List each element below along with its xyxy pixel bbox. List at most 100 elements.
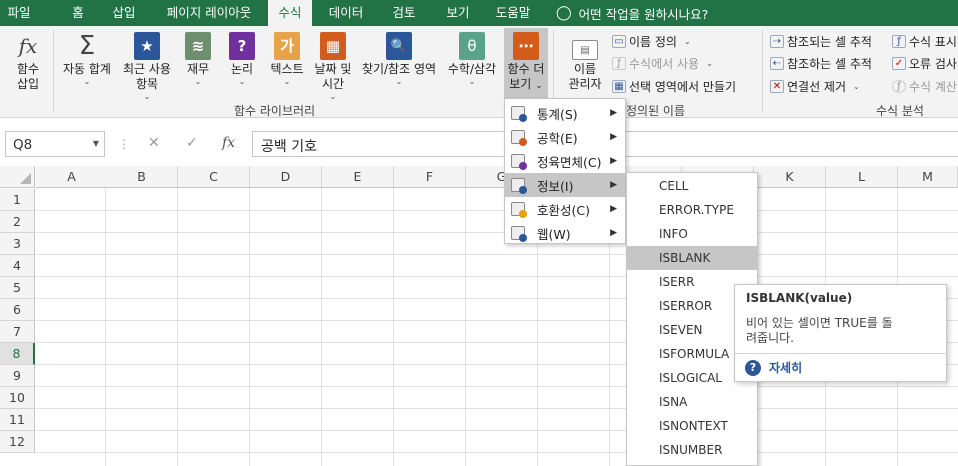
menu-item-label: 정육면체(C) (537, 154, 602, 170)
row-header-8[interactable]: 8 (0, 343, 35, 365)
gridline (36, 408, 958, 409)
evaluate-formula-button[interactable]: ƒ 수식 계산 (892, 78, 957, 95)
name-manager-button[interactable]: ▤ 이름 관리자 (562, 40, 608, 92)
submenu-arrow-icon: ▶ (610, 156, 617, 166)
sigma-icon: Σ (78, 30, 96, 61)
trace-dependents-button[interactable]: ⇠ 참조하는 셀 추적 (770, 55, 872, 72)
gridline (393, 188, 394, 466)
trace-precedents-button[interactable]: ⇢ 참조되는 셀 추적 (770, 33, 872, 50)
logical-button[interactable]: ? 논리 ⌄ (224, 32, 260, 86)
menu-item-label: 호환성(C) (537, 202, 590, 218)
insert-function-button[interactable]: fx 함수 삽입 (8, 32, 48, 92)
select-all-corner[interactable] (0, 166, 35, 188)
text-button[interactable]: 가 텍스트 ⌄ (266, 32, 308, 86)
gridline (36, 276, 958, 277)
chevron-down-icon[interactable]: ▼ (93, 139, 99, 148)
function-item-cell[interactable]: CELL (627, 174, 757, 198)
submenu-arrow-icon: ▶ (610, 204, 617, 214)
gridline (105, 188, 106, 466)
function-item-isnumber[interactable]: ISNUMBER (627, 438, 757, 462)
tell-me-box[interactable]: ◯ 어떤 작업을 원하시나요? (556, 0, 708, 26)
tab-formulas[interactable]: 수식 (268, 0, 312, 26)
menu-item-3[interactable]: 정보(I) ▶ (505, 173, 625, 197)
enter-icon[interactable]: ✓ (186, 135, 198, 151)
row-header-9[interactable]: 9 (0, 365, 35, 387)
name-box[interactable]: Q8 ▼ (5, 131, 105, 157)
column-header-b[interactable]: B (106, 166, 178, 188)
show-formulas-button[interactable]: ƒ 수식 표시 (892, 33, 957, 50)
define-name-button[interactable]: ▭ 이름 정의 ⌄ (612, 33, 691, 50)
menu-item-5[interactable]: 웹(W) ▶ (505, 221, 625, 245)
recently-used-button[interactable]: ★ 최근 사용 항목 ⌄ (118, 32, 176, 101)
function-item-isnontext[interactable]: ISNONTEXT (627, 414, 757, 438)
tab-page-layout[interactable]: 페이지 레이아웃 (160, 0, 258, 26)
date-time-button[interactable]: ▦ 날짜 및 시간 ⌄ (310, 32, 356, 101)
row-header-5[interactable]: 5 (0, 277, 35, 299)
autosum-button[interactable]: Σ 자동 합계 ⌄ (58, 30, 116, 87)
tab-review[interactable]: 검토 (388, 0, 420, 26)
column-header-e[interactable]: E (322, 166, 394, 188)
function-item-isblank[interactable]: ISBLANK (627, 246, 757, 270)
menu-item-4[interactable]: 호환성(C) ▶ (505, 197, 625, 221)
tab-data[interactable]: 데이터 (326, 0, 366, 26)
label: 참조되는 셀 추적 (787, 35, 872, 49)
row-header-11[interactable]: 11 (0, 409, 35, 431)
menu-item-0[interactable]: 통계(S) ▶ (505, 101, 625, 125)
more-functions-button[interactable]: ⋯ 함수 더 보기 ⌄ (504, 28, 548, 100)
row-header-7[interactable]: 7 (0, 321, 35, 343)
submenu-arrow-icon: ▶ (610, 228, 617, 238)
row-header-2[interactable]: 2 (0, 211, 35, 233)
function-item-isna[interactable]: ISNA (627, 390, 757, 414)
function-item-info[interactable]: INFO (627, 222, 757, 246)
column-header-a[interactable]: A (36, 166, 108, 188)
gridline (321, 188, 322, 466)
menu-item-2[interactable]: 정육면체(C) ▶ (505, 149, 625, 173)
gridline (465, 188, 466, 466)
lookup-reference-button[interactable]: 🔍 찾기/참조 영역 ⌄ (356, 32, 442, 86)
row-header-3[interactable]: 3 (0, 233, 35, 255)
menu-item-1[interactable]: 공학(E) ▶ (505, 125, 625, 149)
column-header-f[interactable]: F (394, 166, 466, 188)
label: 수식 계산 (909, 80, 957, 94)
function-tooltip: ISBLANK(value) 비어 있는 셀이면 TRUE를 돌려줍니다. ? … (734, 284, 947, 382)
gridline (249, 188, 250, 466)
column-header-k[interactable]: K (754, 166, 826, 188)
math-trig-button[interactable]: θ 수학/삼각 ⌄ (442, 32, 502, 86)
star-icon: ★ (134, 32, 160, 60)
label: 참조하는 셀 추적 (787, 57, 872, 71)
tab-file[interactable]: 파일 (4, 0, 34, 26)
column-header-d[interactable]: D (250, 166, 322, 188)
tell-me-text: 어떤 작업을 원하시나요? (578, 6, 709, 22)
group-defined-names: 정의된 이름 (626, 104, 686, 118)
label: 선택 영역에서 만들기 (629, 80, 736, 94)
tell-me-more-link[interactable]: ? 자세히 (745, 359, 802, 376)
row-header-10[interactable]: 10 (0, 387, 35, 409)
row-header-4[interactable]: 4 (0, 255, 35, 277)
fx-icon: fx (18, 33, 38, 58)
create-from-selection-button[interactable]: ▦ 선택 영역에서 만들기 (612, 78, 736, 95)
label: 삽입 (16, 77, 40, 91)
remove-arrows-button[interactable]: ✕ 연결선 제거 ⌄ (770, 78, 860, 95)
column-header-c[interactable]: C (178, 166, 250, 188)
magnifier-icon: 🔍 (386, 32, 412, 60)
function-item-error-type[interactable]: ERROR.TYPE (627, 198, 757, 222)
category-icon (511, 154, 527, 170)
tab-help[interactable]: 도움말 (492, 0, 534, 26)
fx-icon[interactable]: fx (222, 135, 235, 151)
row-header-1[interactable]: 1 (0, 189, 35, 211)
tab-view[interactable]: 보기 (442, 0, 474, 26)
cancel-icon[interactable]: ✕ (148, 135, 160, 151)
financial-button[interactable]: ≋ 재무 ⌄ (180, 32, 216, 86)
category-icon (511, 130, 527, 146)
row-header-6[interactable]: 6 (0, 299, 35, 321)
tab-insert[interactable]: 삽입 (108, 0, 140, 26)
column-header-l[interactable]: L (826, 166, 898, 188)
tab-home[interactable]: 홈 (66, 0, 90, 26)
row-header-12[interactable]: 12 (0, 431, 35, 453)
column-header-m[interactable]: M (898, 166, 958, 188)
use-in-formula-button[interactable]: ƒ 수식에서 사용 ⌄ (612, 55, 713, 72)
formula-use-icon: ƒ (612, 57, 626, 70)
error-checking-button[interactable]: ✓ 오류 검사 (892, 55, 957, 72)
label: 항목 (135, 77, 159, 91)
menu-item-label: 웹(W) (537, 226, 571, 242)
